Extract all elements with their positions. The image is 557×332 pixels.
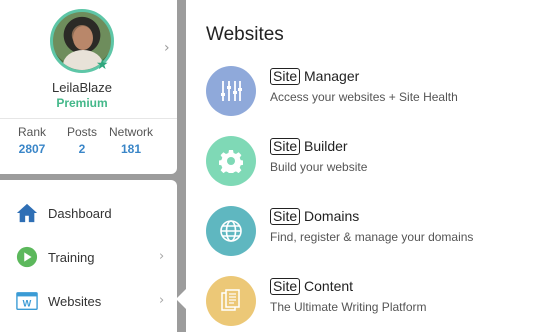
site-icon-circle [206, 206, 256, 256]
documents-icon [221, 289, 240, 311]
globe-icon [220, 220, 242, 242]
panel-title: Websites [206, 24, 284, 45]
site-desc: Access your websites + Site Health [270, 90, 458, 104]
site-badge: Site [270, 208, 301, 225]
divider [0, 118, 177, 119]
chevron-right-icon: › [159, 293, 165, 308]
websites-icon: W [16, 292, 38, 310]
site-manager-item[interactable]: Site Manager Access your websites + Site… [206, 66, 546, 122]
nav-item-training[interactable]: Training › [0, 240, 177, 276]
site-title: Site Builder [270, 138, 348, 155]
site-icon-circle [206, 66, 256, 116]
stat-value: 2 [78, 142, 86, 156]
stat-rank[interactable]: Rank 2807 [12, 125, 52, 156]
site-title-text: Builder [304, 138, 348, 154]
site-content-item[interactable]: Site Content The Ultimate Writing Platfo… [206, 276, 546, 332]
chevron-right-icon[interactable]: › [164, 40, 170, 56]
nav-label: Dashboard [48, 206, 112, 221]
membership-badge: Premium [56, 96, 108, 110]
site-builder-item[interactable]: Site Builder Build your website [206, 136, 546, 192]
site-title: Site Content [270, 278, 353, 295]
site-desc: The Ultimate Writing Platform [270, 300, 427, 314]
gear-icon [219, 150, 243, 173]
profile-card[interactable]: ★ › LeilaBlaze Premium Rank 2807 Posts 2… [0, 0, 177, 174]
stat-label: Network [108, 125, 153, 139]
stat-value: 181 [120, 142, 142, 156]
sliders-icon [221, 81, 242, 101]
star-badge-icon: ★ [96, 57, 109, 73]
site-domains-item[interactable]: Site Domains Find, register & manage you… [206, 206, 546, 262]
nav-item-websites[interactable]: W Websites › [0, 284, 177, 320]
stat-posts[interactable]: Posts 2 [62, 125, 102, 156]
site-title-text: Domains [304, 208, 360, 224]
websites-icon-letter: W [23, 299, 32, 309]
chevron-right-icon: › [159, 249, 165, 264]
site-badge: Site [270, 138, 301, 155]
house-icon [16, 203, 38, 223]
site-icon-circle [206, 276, 256, 326]
username[interactable]: LeilaBlaze [0, 80, 164, 95]
site-desc: Find, register & manage your domains [270, 230, 474, 244]
site-title-text: Content [304, 278, 354, 294]
websites-panel: Websites Site Manager Access your websit… [186, 0, 557, 332]
nav-item-dashboard[interactable]: Dashboard [0, 196, 177, 232]
site-title-text: Manager [304, 68, 360, 84]
stat-label: Posts [66, 125, 97, 139]
site-desc: Build your website [270, 160, 368, 174]
stat-value: 2807 [18, 142, 46, 156]
avatar-face [73, 26, 93, 50]
panel-pointer [176, 289, 186, 309]
stat-network[interactable]: Network 181 [106, 125, 156, 156]
site-title: Site Domains [270, 208, 359, 225]
nav-label: Websites [48, 294, 102, 309]
site-badge: Site [270, 278, 301, 295]
play-icon [16, 246, 38, 268]
site-icon-circle [206, 136, 256, 186]
stat-label: Rank [17, 125, 46, 139]
nav-label: Training [48, 250, 95, 265]
site-title: Site Manager [270, 68, 359, 85]
nav-menu: Dashboard Training › W Websites › [0, 180, 177, 332]
site-badge: Site [270, 68, 301, 85]
